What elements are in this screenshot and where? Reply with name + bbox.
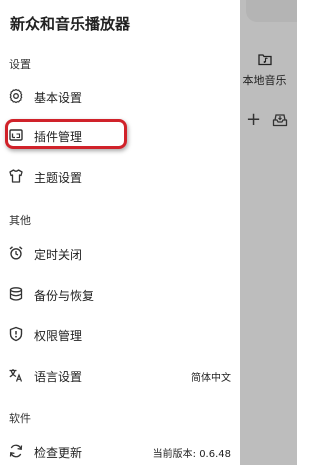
database-icon [9, 287, 23, 301]
menu-item-label: 检查更新 [34, 446, 83, 460]
menu-item-label: 语言设置 [34, 370, 83, 384]
alarm-icon [9, 246, 23, 260]
menu-item-label: 备份与恢复 [34, 289, 95, 303]
search-bar [246, 0, 297, 22]
version-value: 当前版本: 0.6.48 [152, 449, 231, 460]
refresh-icon [9, 444, 23, 458]
menu-item-basic-settings[interactable]: 基本设置 [0, 82, 240, 110]
menu-item-sleep-timer[interactable]: 定时关闭 [0, 239, 240, 267]
language-value: 简体中文 [191, 373, 231, 384]
local-music-shortcut: 本地音乐 [232, 50, 297, 100]
gear-icon [9, 88, 23, 104]
menu-item-label: 基本设置 [34, 91, 83, 105]
section-label-software: 软件 [9, 412, 31, 425]
shirt-icon [9, 169, 23, 183]
menu-item-label: 权限管理 [34, 329, 83, 343]
menu-item-theme-settings[interactable]: 主题设置 [0, 162, 240, 190]
menu-item-language-settings[interactable]: 语言设置 简体中文 [0, 361, 240, 389]
navigation-drawer: 新众和音乐播放器 设置 基本设置 插件管理 主题设置 其他 定时关闭 备份与恢复… [0, 0, 240, 465]
plus-icon: + [246, 109, 262, 130]
folder-music-icon [257, 54, 272, 66]
highlight-annotation [5, 119, 127, 149]
menu-item-label: 定时关闭 [34, 248, 83, 262]
translate-icon [9, 369, 23, 382]
app-title: 新众和音乐播放器 [10, 15, 131, 33]
inbox-download-icon [272, 114, 288, 127]
shield-icon [9, 326, 23, 342]
section-label-settings: 设置 [9, 58, 31, 71]
menu-item-check-update[interactable]: 检查更新 当前版本: 0.6.48 [0, 437, 240, 465]
local-music-label: 本地音乐 [242, 74, 287, 87]
menu-item-label: 主题设置 [34, 171, 83, 185]
menu-item-backup-restore[interactable]: 备份与恢复 [0, 280, 240, 308]
menu-item-permission-management[interactable]: 权限管理 [0, 320, 240, 348]
section-label-other: 其他 [9, 214, 31, 227]
